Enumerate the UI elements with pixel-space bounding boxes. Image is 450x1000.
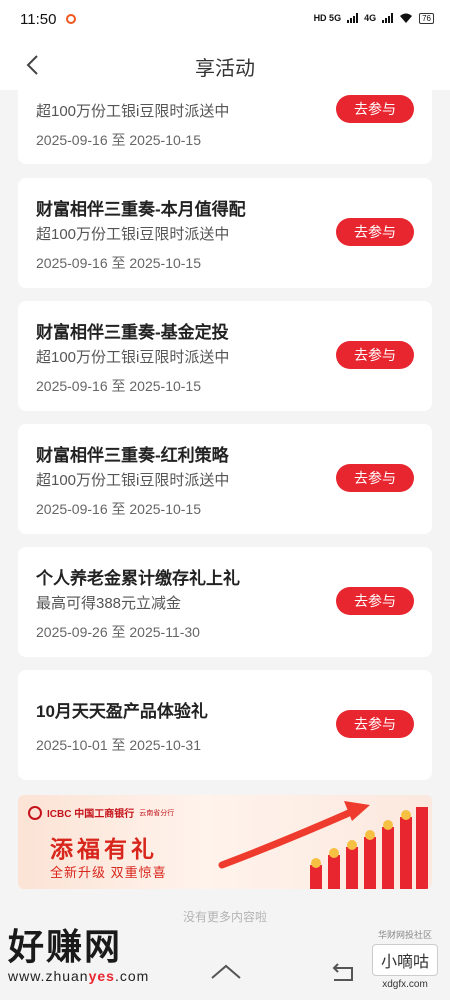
watermark-brand: 好赚网 xyxy=(8,927,123,968)
icbc-logo: ICBC 中国工商银行 云南省分行 xyxy=(28,805,174,820)
bank-region: 云南省分行 xyxy=(139,809,175,817)
bank-name: ICBC 中国工商银行 xyxy=(47,809,135,820)
activity-card[interactable]: 财富相伴三重奏-红利策略 超100万份工银i豆限时派送中 2025-09-16 … xyxy=(18,424,432,534)
join-button[interactable]: 去参与 xyxy=(336,95,414,123)
join-button[interactable]: 去参与 xyxy=(336,218,414,246)
activity-card[interactable]: 财富相伴三重奏-基金定投 超100万份工银i豆限时派送中 2025-09-16 … xyxy=(18,301,432,411)
activity-title: 财富相伴三重奏-本月值得配 xyxy=(36,200,246,219)
activity-date: 2025-09-26 至 2025-11-30 xyxy=(36,624,200,640)
activity-card[interactable]: 财富相伴三重奏-本月值得配 超100万份工银i豆限时派送中 2025-09-16… xyxy=(18,178,432,288)
rising-coins-illustration xyxy=(218,801,428,889)
system-back-icon[interactable] xyxy=(330,960,356,984)
activity-date: 2025-10-01 至 2025-10-31 xyxy=(36,737,202,753)
network-label-2: 4G xyxy=(364,13,377,23)
activity-desc: 超100万份工银i豆限时派送中 xyxy=(36,226,230,243)
watermark-url: www.zhuanyes.com xyxy=(8,968,150,984)
join-button[interactable]: 去参与 xyxy=(336,341,414,369)
status-time: 11:50 xyxy=(20,11,57,28)
activity-desc: 超100万份工银i豆限时派送中 xyxy=(36,472,230,489)
activity-title: 财富相伴三重奏-基金定投 xyxy=(36,323,229,342)
activity-title: 10月天天盈产品体验礼 xyxy=(36,702,208,721)
signal-icon-1 xyxy=(347,13,359,23)
banner-subtitle: 全新升级 双重惊喜 xyxy=(50,865,167,880)
home-icon[interactable] xyxy=(210,960,242,984)
nav-bar: 享活动 xyxy=(0,40,450,90)
battery-icon: 76 xyxy=(419,12,434,24)
activity-date: 2025-09-16 至 2025-10-15 xyxy=(36,132,202,148)
join-button[interactable]: 去参与 xyxy=(336,587,414,615)
wifi-icon xyxy=(400,13,413,23)
promo-banner[interactable]: ICBC 中国工商银行 云南省分行 添福有礼 全新升级 双重惊喜 xyxy=(18,795,432,889)
watermark-domain: xdgfx.com xyxy=(382,979,428,990)
activity-desc: 最高可得388元立减金 xyxy=(36,595,182,612)
join-button[interactable]: 去参与 xyxy=(336,464,414,492)
activity-date: 2025-09-16 至 2025-10-15 xyxy=(36,255,202,271)
status-icons: HD 5G 4G 76 xyxy=(314,12,434,24)
page-title: 享活动 xyxy=(195,58,255,80)
watermark-badge: 小嘀咕 xyxy=(371,944,438,976)
signal-icon-2 xyxy=(382,13,394,23)
activity-desc: 超100万份工银i豆限时派送中 xyxy=(36,103,230,120)
status-bar: 11:50 HD 5G 4G 76 xyxy=(0,0,450,40)
activity-date: 2025-09-16 至 2025-10-15 xyxy=(36,501,202,517)
join-button[interactable]: 去参与 xyxy=(336,710,414,738)
icbc-emblem-icon xyxy=(28,805,42,820)
watermark-community: 华财网投社区 xyxy=(377,930,432,940)
activity-title: 财富相伴三重奏-红利策略 xyxy=(36,446,229,465)
activity-list[interactable]: 超100万份工银i豆限时派送中 2025-09-16 至 2025-10-15 … xyxy=(0,90,450,940)
watermark-left: 好赚网 www.zhuanyes.com xyxy=(8,918,149,984)
notification-dot-icon xyxy=(66,14,76,24)
network-label-1: HD 5G xyxy=(313,13,342,23)
activity-title: 个人养老金累计缴存礼上礼 xyxy=(36,569,240,588)
activity-card[interactable]: 超100万份工银i豆限时派送中 2025-09-16 至 2025-10-15 … xyxy=(18,90,432,164)
activity-desc: 超100万份工银i豆限时派送中 xyxy=(36,349,230,366)
activity-date: 2025-09-16 至 2025-10-15 xyxy=(36,378,202,394)
activity-card[interactable]: 10月天天盈产品体验礼 2025-10-01 至 2025-10-31 去参与 xyxy=(18,670,432,780)
watermark-right: 华财网投社区 小嘀咕 xdgfx.com xyxy=(371,928,438,990)
banner-title: 添福有礼 xyxy=(50,836,158,862)
activity-card[interactable]: 个人养老金累计缴存礼上礼 最高可得388元立减金 2025-09-26 至 20… xyxy=(18,547,432,657)
